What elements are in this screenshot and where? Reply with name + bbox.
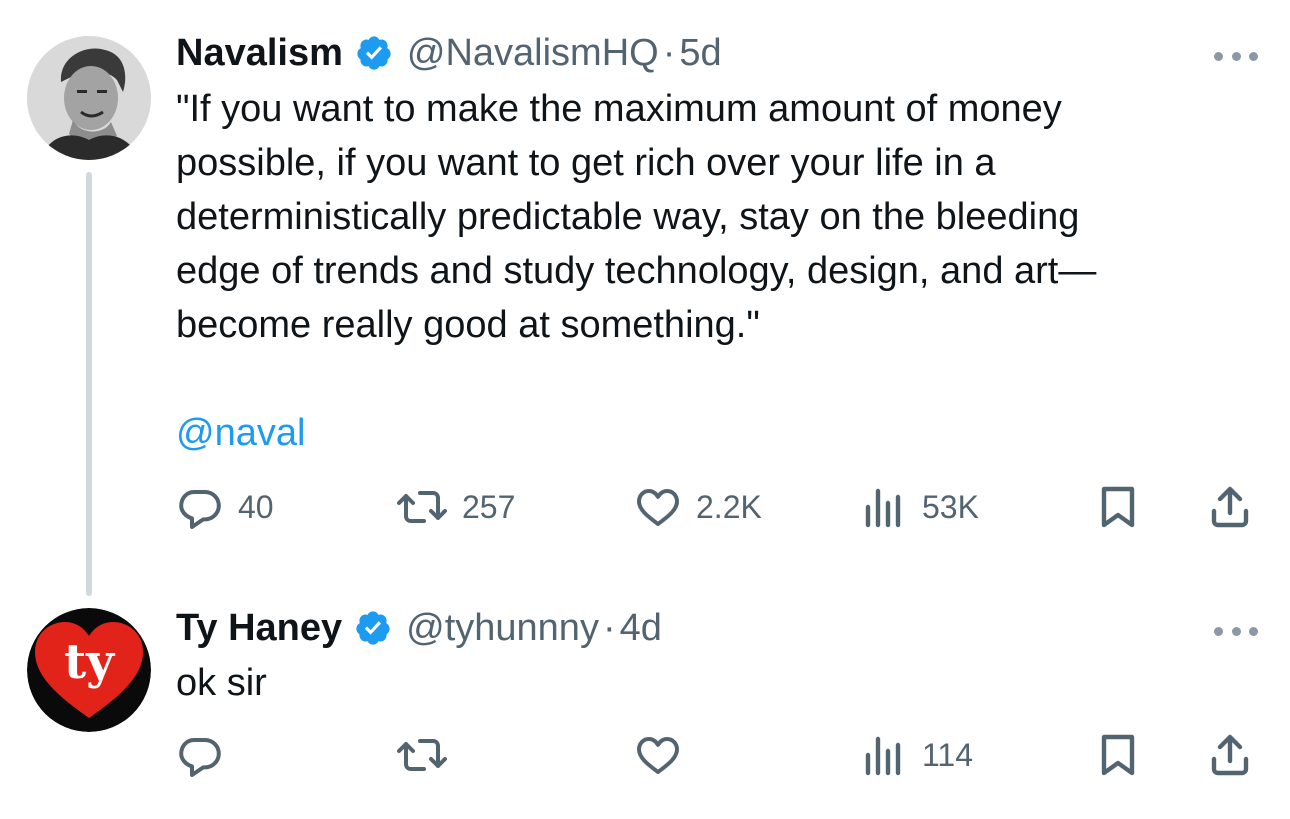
bookmark-icon <box>1101 734 1135 776</box>
retweet-count: 257 <box>462 488 516 525</box>
bookmark-button[interactable] <box>1094 730 1142 780</box>
separator-dot: · <box>662 32 676 74</box>
thread-connector-line <box>86 172 92 596</box>
views-count: 53K <box>922 488 979 525</box>
retweet-button[interactable] <box>396 730 462 780</box>
reply-icon <box>179 738 221 777</box>
tweet-timestamp[interactable]: 4d <box>620 606 662 650</box>
mention-link[interactable]: @naval <box>176 406 305 460</box>
display-name[interactable]: Ty Haney <box>176 606 342 650</box>
views-button[interactable]: 53K <box>860 482 979 532</box>
share-button[interactable] <box>1206 482 1254 532</box>
user-handle[interactable]: @NavalismHQ <box>407 31 659 75</box>
verified-badge-icon <box>354 609 392 647</box>
tweet-ty-haney[interactable]: ty Ty Haney @tyhunnny · 4d ok sir 114 <box>0 600 1290 819</box>
user-handle[interactable]: @tyhunnny <box>406 606 599 650</box>
views-chart-icon <box>865 488 901 528</box>
like-count: 2.2K <box>696 488 762 525</box>
ty-logo-text: ty <box>64 634 116 690</box>
more-options-icon[interactable] <box>1214 621 1258 641</box>
like-button[interactable] <box>634 730 696 780</box>
heart-icon <box>637 489 679 526</box>
views-button[interactable]: 114 <box>860 730 973 780</box>
retweet-icon <box>397 739 447 771</box>
like-button[interactable]: 2.2K <box>634 482 762 532</box>
bookmark-icon <box>1101 486 1135 528</box>
share-button[interactable] <box>1206 730 1254 780</box>
views-count: 114 <box>922 736 974 773</box>
retweet-button[interactable]: 257 <box>396 482 515 532</box>
tweet-text-line: possible, if you want to get rich over y… <box>176 142 996 184</box>
verified-badge-icon <box>355 34 393 72</box>
tweet-text-line: "If you want to make the maximum amount … <box>176 88 1062 130</box>
tweet-header: Navalism @NavalismHQ · 5d <box>176 31 722 75</box>
separator-dot: · <box>602 607 616 649</box>
tweet-text-line: deterministically predictable way, stay … <box>176 196 1080 238</box>
share-icon <box>1211 734 1249 776</box>
bookmark-button[interactable] <box>1094 482 1142 532</box>
share-icon <box>1211 486 1249 528</box>
more-options-icon[interactable] <box>1214 46 1258 66</box>
reply-icon <box>179 490 221 529</box>
tweet-text-line: edge of trends and study technology, des… <box>176 250 1097 292</box>
reply-button[interactable] <box>176 730 238 780</box>
tweet-text-line: become really good at something." <box>176 304 760 346</box>
reply-count: 40 <box>238 488 274 525</box>
tweet-text: "If you want to make the maximum amount … <box>176 82 1256 352</box>
display-name[interactable]: Navalism <box>176 31 343 75</box>
avatar-ty-haney[interactable]: ty <box>27 608 151 732</box>
avatar-portrait-image <box>27 36 151 160</box>
tweet-navalism[interactable]: Navalism @NavalismHQ · 5d "If you want t… <box>0 0 1290 600</box>
tweet-actions: 114 <box>176 730 1266 780</box>
tweet-text: ok sir <box>176 662 267 704</box>
heart-icon <box>637 737 679 774</box>
views-chart-icon <box>865 736 901 776</box>
reply-button[interactable]: 40 <box>176 482 274 532</box>
tweet-header: Ty Haney @tyhunnny · 4d <box>176 606 662 650</box>
avatar-navalism[interactable] <box>27 36 151 160</box>
tweet-actions: 40 257 2.2K 53K <box>176 482 1266 532</box>
tweet-timestamp[interactable]: 5d <box>679 31 721 75</box>
ty-logo-image: ty <box>27 608 151 732</box>
retweet-icon <box>397 491 447 523</box>
